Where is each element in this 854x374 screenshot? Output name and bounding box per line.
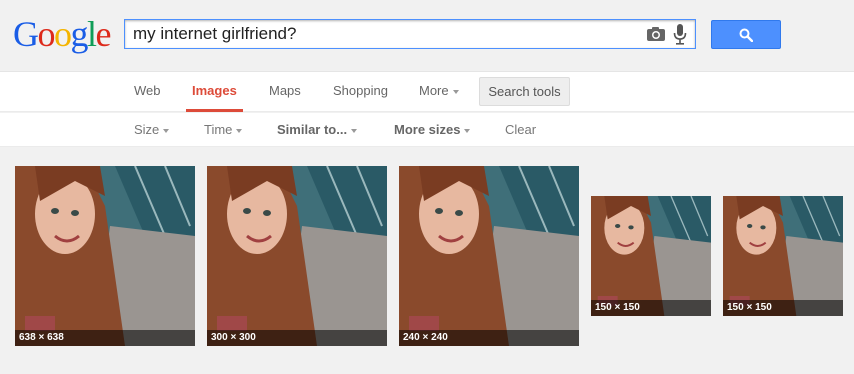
result-thumbnail — [723, 196, 843, 316]
image-result[interactable]: 150 × 150 — [591, 196, 711, 316]
chevron-down-icon — [452, 89, 459, 94]
result-thumbnail — [15, 166, 195, 346]
microphone-icon[interactable] — [673, 24, 687, 45]
result-thumbnail — [207, 166, 387, 346]
tab-more-label: More — [419, 83, 449, 98]
tab-images[interactable]: Images — [186, 72, 243, 112]
tool-size[interactable]: Size — [134, 113, 170, 147]
nav-bar: Web Images Maps Shopping More Search too… — [0, 72, 854, 112]
logo-letter: G — [13, 14, 39, 54]
tab-shopping[interactable]: Shopping — [333, 72, 388, 112]
result-thumbnail — [591, 196, 711, 316]
image-size-label: 300 × 300 — [207, 330, 387, 346]
chevron-down-icon — [464, 128, 471, 133]
tool-more-sizes-label: More sizes — [394, 122, 461, 137]
image-size-label: 150 × 150 — [591, 300, 711, 316]
chevron-down-icon — [351, 128, 358, 133]
search-input[interactable] — [133, 23, 633, 45]
chevron-down-icon — [163, 128, 170, 133]
logo-letter: l — [87, 14, 97, 54]
tool-size-label: Size — [134, 122, 160, 137]
tool-time-label: Time — [204, 122, 233, 137]
tool-time[interactable]: Time — [204, 113, 243, 147]
logo-letter: o — [37, 14, 56, 54]
google-logo[interactable]: Google — [13, 14, 112, 54]
logo-letter: g — [70, 14, 89, 54]
logo-letter: o — [54, 14, 72, 54]
tool-clear[interactable]: Clear — [505, 113, 536, 147]
image-result[interactable]: 240 × 240 — [399, 166, 579, 346]
image-size-label: 638 × 638 — [15, 330, 195, 346]
tool-similar-label: Similar to... — [277, 122, 348, 137]
tool-similar[interactable]: Similar to... — [277, 113, 358, 147]
tab-web[interactable]: Web — [134, 72, 161, 112]
tools-bar: Size Time Similar to... More sizes Clear — [0, 113, 854, 147]
tab-maps[interactable]: Maps — [269, 72, 301, 112]
image-size-label: 150 × 150 — [723, 300, 843, 316]
image-result[interactable]: 150 × 150 — [723, 196, 843, 316]
image-result[interactable]: 300 × 300 — [207, 166, 387, 346]
search-tools-button[interactable]: Search tools — [479, 77, 570, 106]
header: Google — [0, 0, 854, 72]
search-button[interactable] — [711, 20, 781, 49]
logo-letter: e — [95, 14, 112, 54]
tab-more[interactable]: More — [419, 72, 459, 112]
result-thumbnail — [399, 166, 579, 346]
chevron-down-icon — [236, 128, 243, 133]
search-box[interactable] — [124, 19, 696, 49]
magnifier-icon — [739, 28, 753, 42]
tool-more-sizes[interactable]: More sizes — [394, 113, 471, 147]
image-result[interactable]: 638 × 638 — [15, 166, 195, 346]
image-size-label: 240 × 240 — [399, 330, 579, 346]
camera-icon[interactable] — [646, 26, 666, 42]
